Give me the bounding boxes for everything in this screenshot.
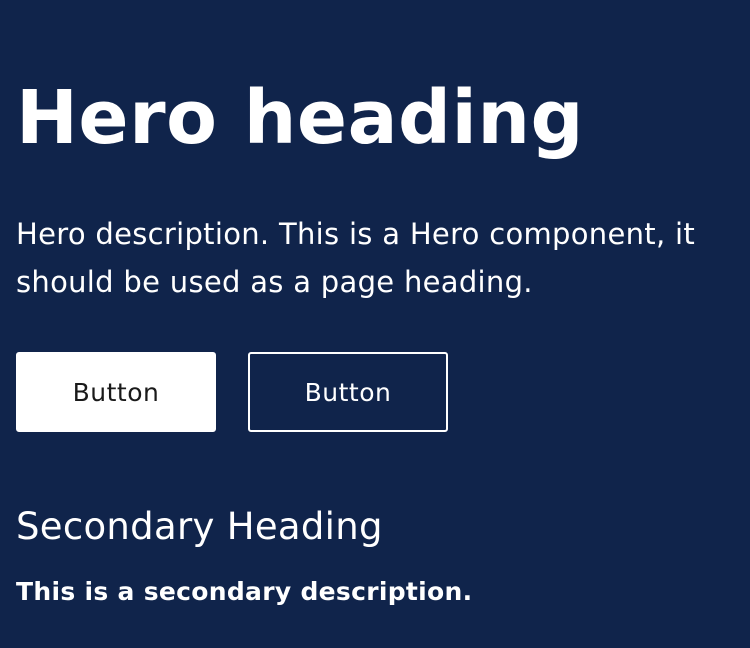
hero-heading: Hero heading [16,75,585,161]
hero-description: Hero description. This is a Hero compone… [16,217,696,299]
secondary-heading: Secondary Heading [16,505,383,548]
primary-button[interactable]: Button [16,352,216,432]
hero-button-row: Button Button [16,352,448,432]
secondary-button[interactable]: Button [248,352,448,432]
hero-section: Hero heading Hero description. This is a… [0,0,750,648]
secondary-description: This is a secondary description. [16,577,473,606]
